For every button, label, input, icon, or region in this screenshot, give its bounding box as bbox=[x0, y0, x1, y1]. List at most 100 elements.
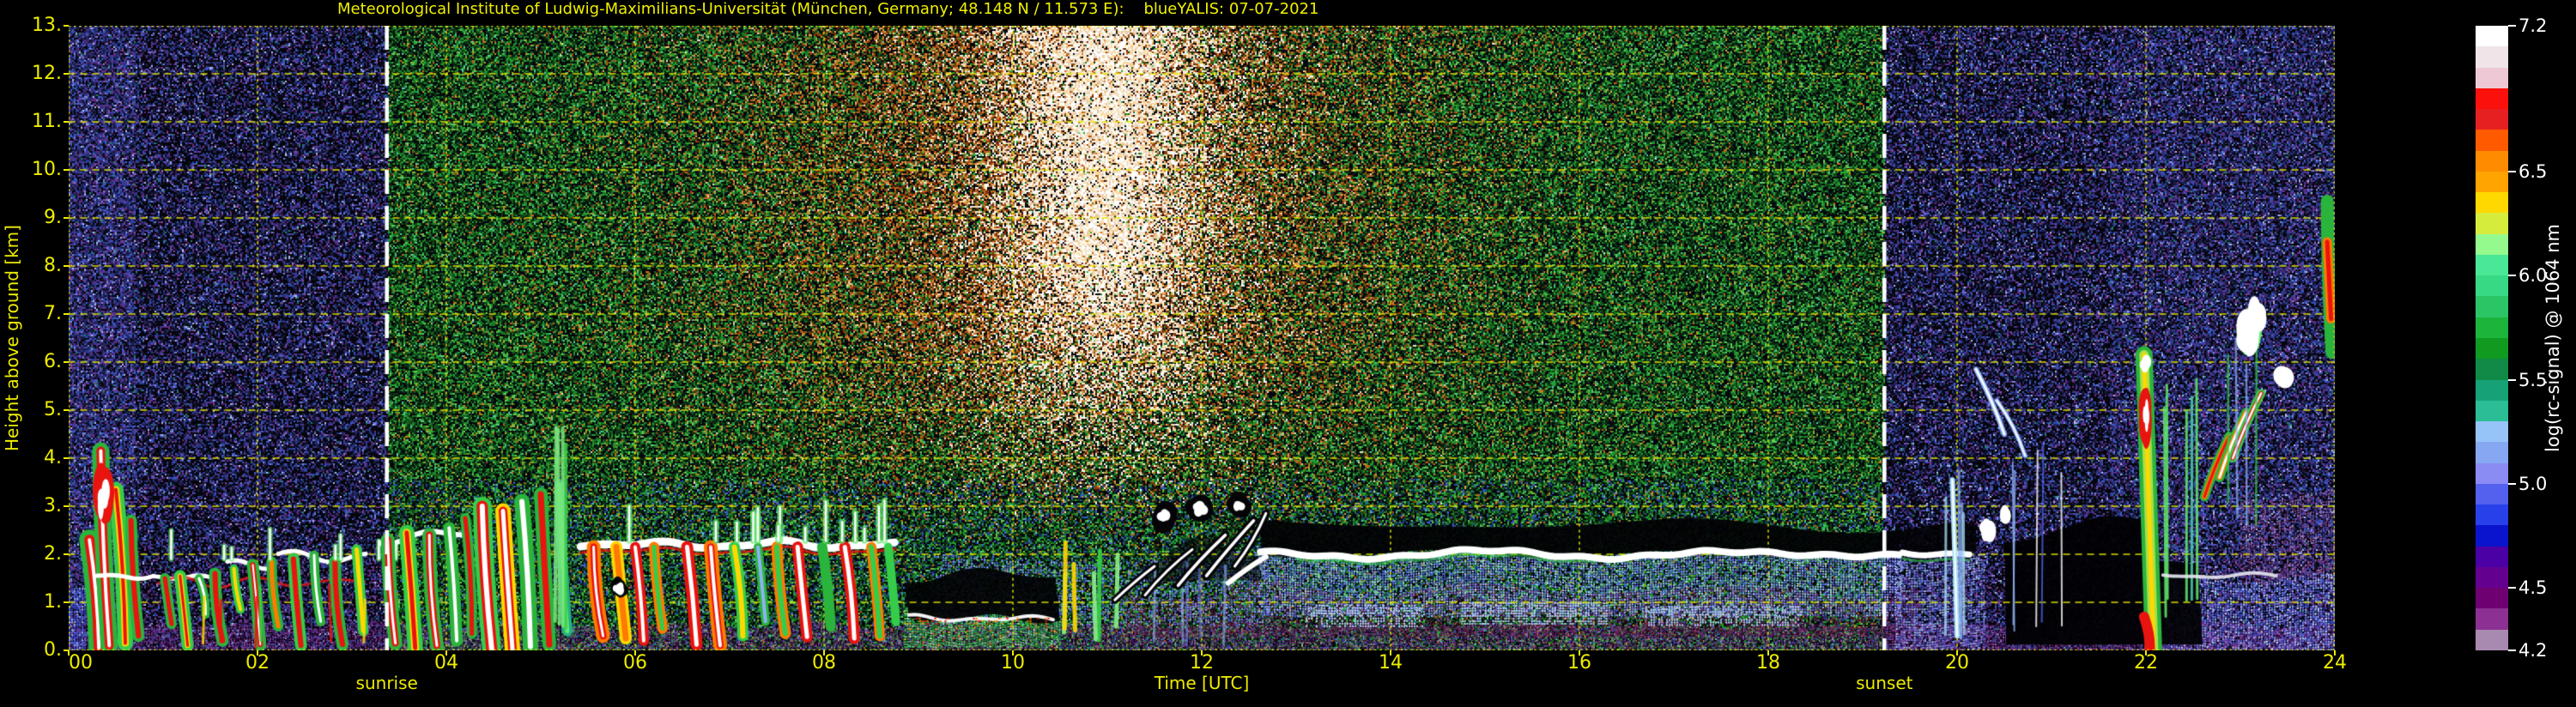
colorbar-title: log(rc-signal) @ 1064 nm bbox=[2543, 223, 2563, 453]
y-tick-mark bbox=[64, 265, 69, 267]
y-tick-label: 8. bbox=[44, 255, 62, 276]
x-tick-label: 04 bbox=[434, 652, 458, 674]
colorbar-segment bbox=[2476, 109, 2508, 130]
sunset-annotation: sunset bbox=[1856, 673, 1913, 693]
y-tick-label: 9. bbox=[44, 207, 62, 228]
colorbar-segment bbox=[2476, 275, 2508, 297]
x-tick-mark bbox=[1012, 650, 1014, 656]
colorbar-segment bbox=[2476, 566, 2508, 589]
x-tick-mark bbox=[2334, 650, 2336, 656]
colorbar-segment bbox=[2476, 192, 2508, 214]
colorbar-tick-mark bbox=[2508, 25, 2516, 27]
colorbar-segment bbox=[2476, 254, 2508, 276]
colorbar-segment bbox=[2476, 546, 2508, 567]
y-tick-label: 12. bbox=[32, 63, 62, 84]
x-tick-label: 12 bbox=[1190, 652, 1214, 674]
colorbar-segment bbox=[2476, 421, 2508, 443]
y-tick-mark bbox=[64, 601, 69, 603]
colorbar-segment bbox=[2476, 88, 2508, 110]
lidar-quicklook-figure: Meteorological Institute of Ludwig-Maxim… bbox=[0, 0, 2576, 707]
x-tick-label: 18 bbox=[1756, 652, 1780, 674]
x-tick-label: 08 bbox=[812, 652, 836, 674]
colorbar-segment bbox=[2476, 296, 2508, 317]
colorbar-segment bbox=[2476, 359, 2508, 380]
y-tick-mark bbox=[64, 457, 69, 459]
y-tick-mark bbox=[64, 409, 69, 411]
sunrise-annotation: sunrise bbox=[355, 673, 418, 693]
colorbar-segment bbox=[2476, 588, 2508, 609]
x-tick-mark bbox=[445, 650, 447, 656]
x-tick-mark bbox=[823, 650, 825, 656]
colorbar-segment bbox=[2476, 337, 2508, 360]
x-tick-label: 10 bbox=[1001, 652, 1025, 674]
colorbar-segment bbox=[2476, 130, 2508, 151]
colorbar-tick-mark bbox=[2508, 170, 2516, 172]
x-tick-mark bbox=[257, 650, 258, 656]
x-tick-label: 20 bbox=[1945, 652, 1969, 674]
colorbar-segment bbox=[2476, 317, 2508, 338]
colorbar-tick-mark bbox=[2508, 482, 2516, 485]
colorbar-segment bbox=[2476, 505, 2508, 526]
colorbar-segment bbox=[2476, 150, 2508, 172]
colorbar-segment bbox=[2476, 462, 2508, 484]
x-tick-mark bbox=[2145, 650, 2147, 656]
x-tick-mark bbox=[1579, 650, 1580, 656]
colorbar-segment bbox=[2476, 67, 2508, 88]
colorbar-segment bbox=[2476, 233, 2508, 255]
y-tick-label: 6. bbox=[44, 351, 62, 372]
y-tick-label: 7. bbox=[44, 303, 62, 324]
colorbar-tick-mark bbox=[2508, 378, 2516, 381]
y-tick-label: 4. bbox=[44, 447, 62, 468]
y-tick-label: 2. bbox=[44, 543, 62, 565]
colorbar-segment bbox=[2476, 379, 2508, 401]
colorbar bbox=[2476, 26, 2508, 650]
colorbar-segment bbox=[2476, 483, 2508, 505]
y-tick-mark bbox=[64, 313, 69, 315]
heatmap-plot-canvas bbox=[69, 26, 2335, 650]
colorbar-segment bbox=[2476, 26, 2508, 47]
x-tick-mark bbox=[1201, 650, 1203, 656]
y-tick-mark bbox=[64, 505, 69, 507]
x-tick-mark bbox=[1767, 650, 1769, 656]
x-tick-mark bbox=[1390, 650, 1391, 656]
colorbar-segment bbox=[2476, 608, 2508, 630]
y-tick-label: 5. bbox=[44, 399, 62, 420]
x-tick-label: 02 bbox=[245, 652, 270, 674]
figure-title: Meteorological Institute of Ludwig-Maxim… bbox=[337, 0, 1319, 18]
y-tick-mark bbox=[64, 73, 69, 75]
colorbar-segment bbox=[2476, 629, 2508, 650]
colorbar-segment bbox=[2476, 525, 2508, 547]
x-tick-label: 00 bbox=[69, 652, 93, 674]
colorbar-tick-mark bbox=[2508, 275, 2516, 277]
x-tick-label: 24 bbox=[2323, 652, 2347, 674]
y-tick-label: 1. bbox=[44, 591, 62, 613]
y-tick-mark bbox=[64, 169, 69, 171]
y-tick-label: 10. bbox=[32, 159, 62, 180]
colorbar-tick-mark bbox=[2508, 650, 2516, 651]
x-tick-mark bbox=[634, 650, 636, 656]
y-tick-label: 3. bbox=[44, 495, 62, 517]
y-tick-mark bbox=[64, 121, 69, 123]
colorbar-segment bbox=[2476, 213, 2508, 234]
y-tick-mark bbox=[64, 361, 69, 363]
y-tick-mark bbox=[64, 553, 69, 555]
x-tick-label: 06 bbox=[623, 652, 647, 674]
colorbar-tick-label: 4.2 bbox=[2518, 640, 2548, 661]
colorbar-segment bbox=[2476, 171, 2508, 193]
colorbar-tick-label: 7.2 bbox=[2518, 15, 2548, 36]
x-tick-label: 14 bbox=[1379, 652, 1403, 674]
y-tick-label: 13. bbox=[32, 15, 62, 36]
x-axis-title: Time [UTC] bbox=[1154, 673, 1250, 693]
x-tick-mark bbox=[68, 650, 70, 656]
y-tick-mark bbox=[64, 25, 69, 27]
colorbar-tick-label: 4.5 bbox=[2518, 577, 2548, 599]
y-tick-label: 11. bbox=[32, 111, 62, 132]
x-tick-label: 16 bbox=[1567, 652, 1591, 674]
x-tick-label: 22 bbox=[2134, 652, 2158, 674]
colorbar-segment bbox=[2476, 46, 2508, 68]
colorbar-segment bbox=[2476, 442, 2508, 463]
colorbar-tick-mark bbox=[2508, 587, 2516, 589]
y-tick-mark bbox=[64, 217, 69, 219]
colorbar-segment bbox=[2476, 400, 2508, 422]
x-tick-mark bbox=[1956, 650, 1958, 656]
